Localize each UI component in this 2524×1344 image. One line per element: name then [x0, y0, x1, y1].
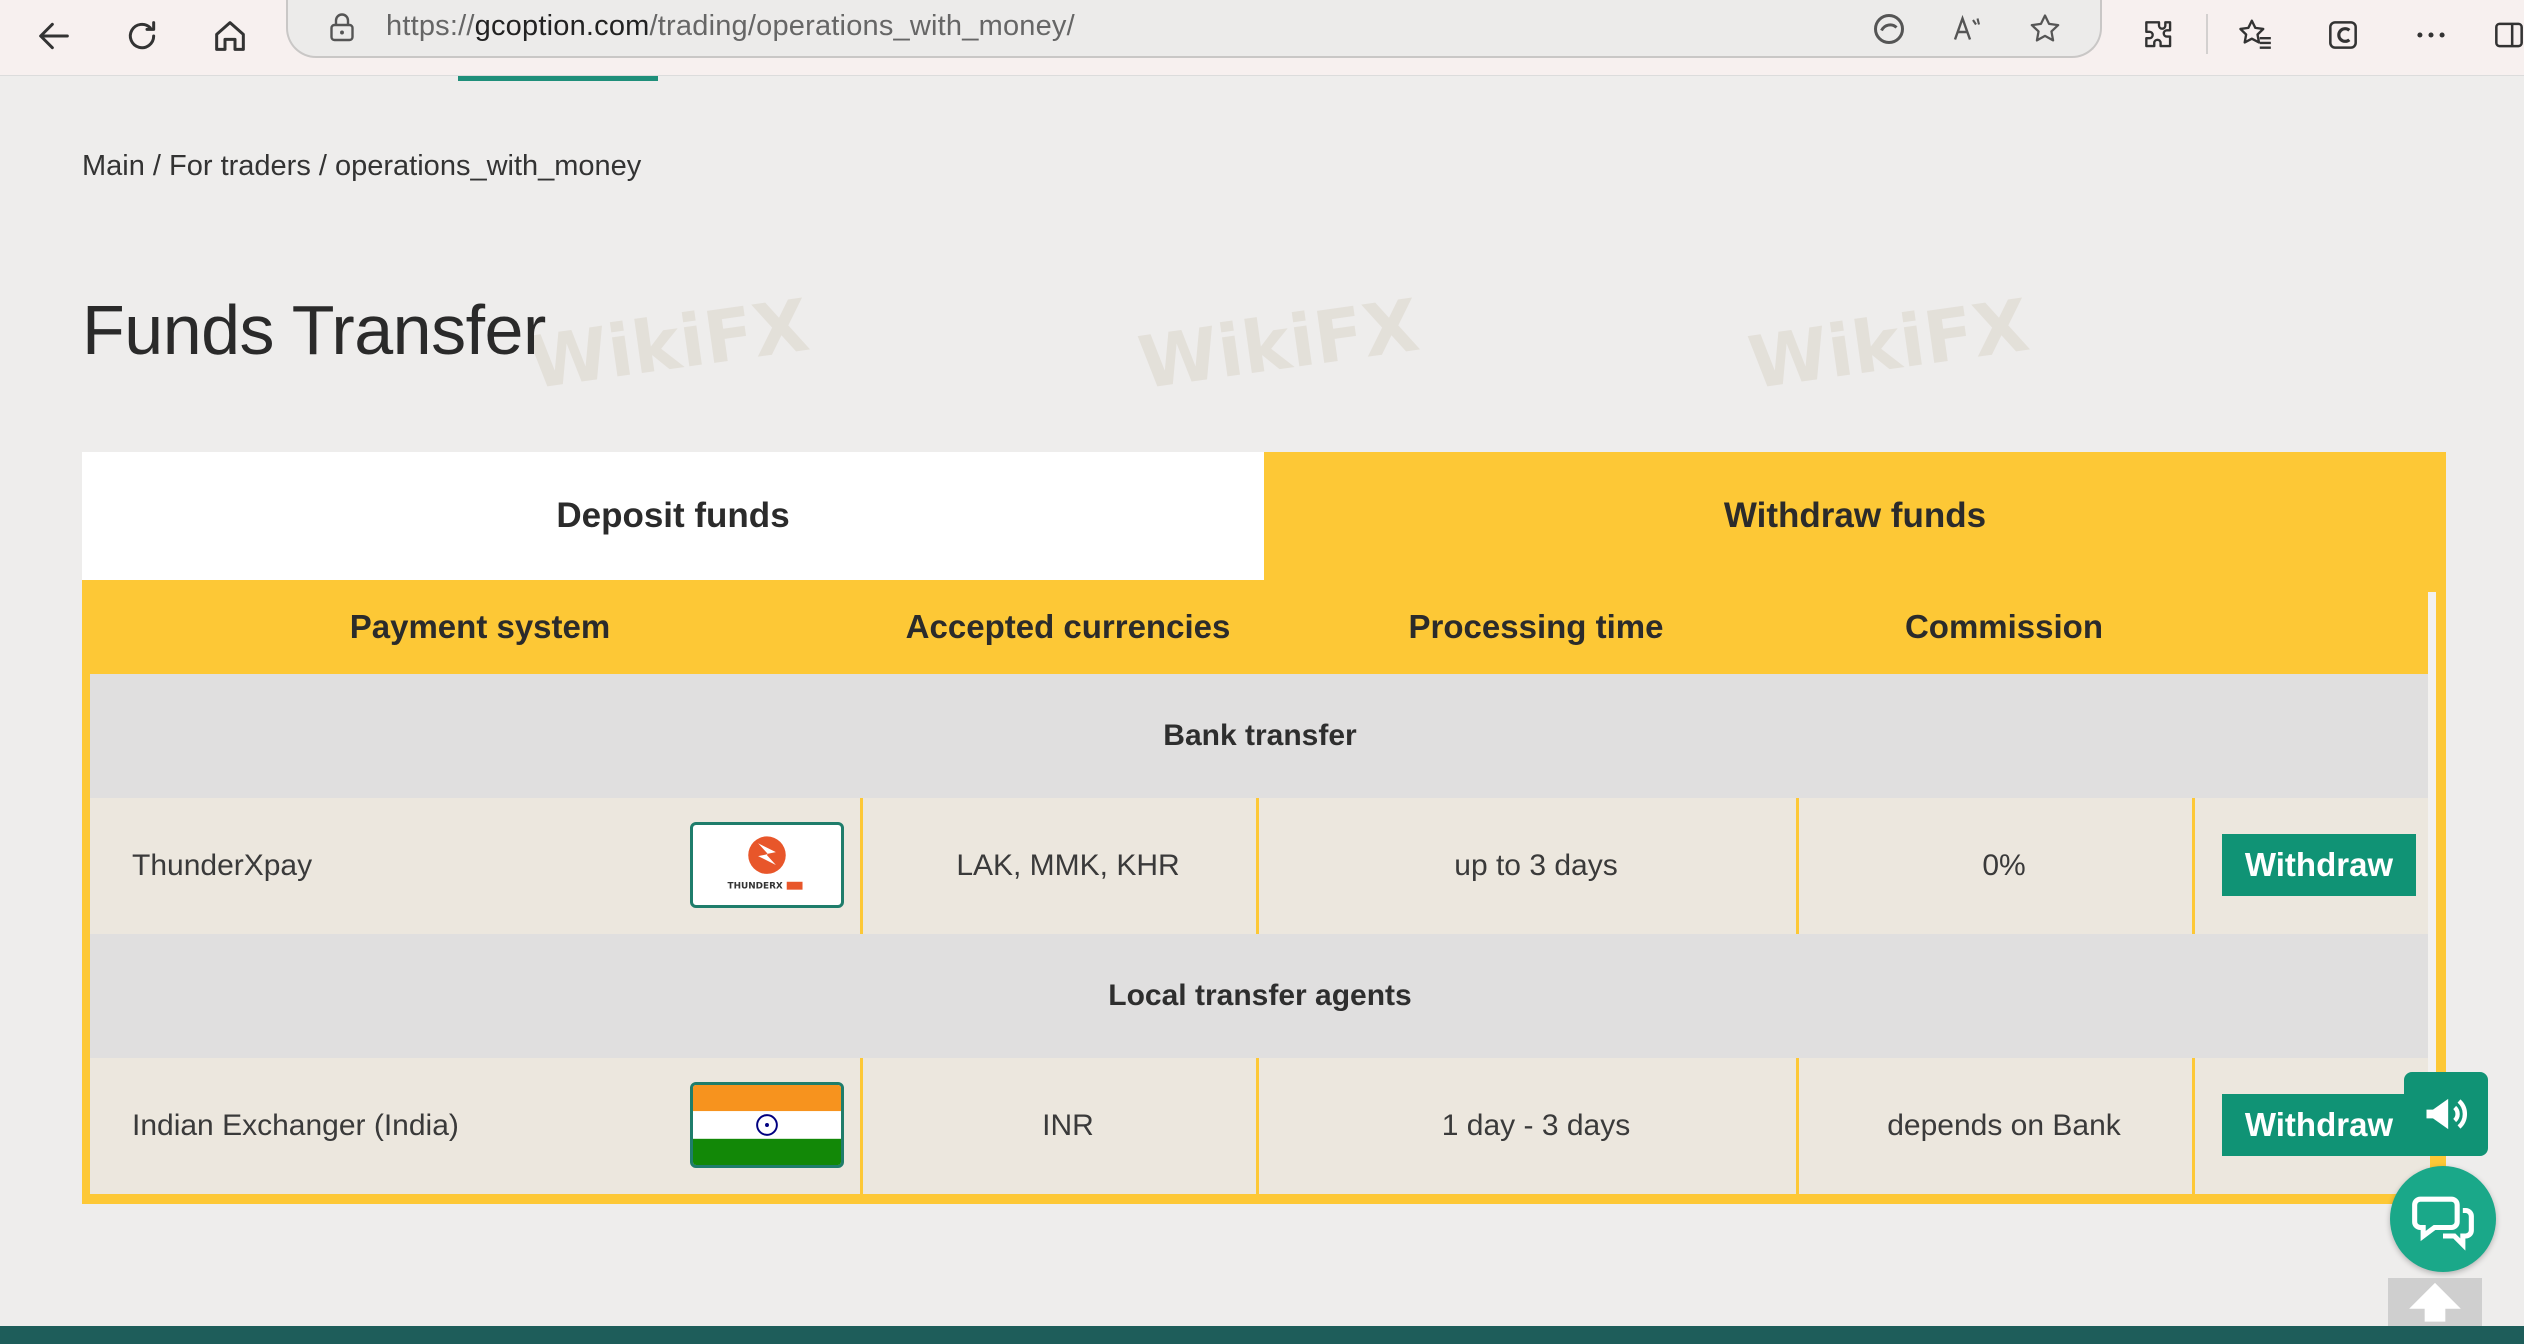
chat-button[interactable] — [2390, 1166, 2496, 1272]
browser-toolbar: https://gcoption.com/trading/operations_… — [0, 0, 2524, 76]
withdraw-button[interactable]: Withdraw — [2222, 1094, 2416, 1156]
sidebar-toggle-icon[interactable] — [2480, 6, 2524, 64]
column-divider — [1796, 1058, 1799, 1194]
read-aloud-icon[interactable] — [1946, 8, 1988, 50]
column-divider — [2192, 1058, 2195, 1194]
header-payment-system: Payment system — [349, 608, 611, 645]
tracking-prevention-icon[interactable] — [1868, 8, 1910, 50]
column-divider — [1256, 1058, 1259, 1194]
url-text[interactable]: https://gcoption.com/trading/operations_… — [386, 10, 1075, 43]
favorites-icon[interactable] — [2226, 6, 2284, 64]
table-row: Indian Exchanger (India) INR 1 day - 3 d… — [90, 1058, 2430, 1194]
header-processing-time: Processing time — [1408, 608, 1664, 645]
more-icon[interactable] — [2402, 6, 2460, 64]
funds-tabs: Deposit funds Withdraw funds — [82, 452, 2446, 580]
watermark: WikiFX — [1133, 282, 1424, 406]
announcement-button[interactable] — [2404, 1072, 2488, 1156]
page-title: Funds Transfer — [82, 291, 546, 369]
table-scrollbar[interactable] — [2428, 592, 2436, 1122]
commission: 0% — [1982, 849, 2026, 882]
url-path: /trading/operations_with_money/ — [649, 10, 1075, 42]
commission: depends on Bank — [1887, 1109, 2121, 1142]
arrow-up-icon — [2409, 1282, 2461, 1322]
active-tab-indicator — [458, 76, 658, 81]
logo-text: THUNDERX — [728, 882, 783, 892]
refresh-icon[interactable] — [112, 6, 172, 66]
column-divider — [2192, 798, 2195, 934]
tab-deposit-funds[interactable]: Deposit funds — [82, 452, 1264, 580]
group-row-bank-transfer: Bank transfer — [90, 674, 2430, 798]
footer-band — [0, 1326, 2524, 1344]
india-flag-icon — [690, 1082, 844, 1168]
breadcrumb[interactable]: Main / For traders / operations_with_mon… — [82, 150, 641, 183]
back-icon[interactable] — [24, 6, 84, 66]
toolbar-separator — [2206, 14, 2208, 54]
column-divider — [860, 1058, 863, 1194]
favorite-star-icon[interactable] — [2024, 8, 2066, 50]
withdraw-button[interactable]: Withdraw — [2222, 834, 2416, 896]
address-bar[interactable]: https://gcoption.com/trading/operations_… — [286, 0, 2102, 58]
tab-withdraw-funds[interactable]: Withdraw funds — [1264, 452, 2446, 580]
accepted-currencies: LAK, MMK, KHR — [956, 849, 1180, 882]
url-prefix: https:// — [386, 10, 475, 42]
page-content: WikiFX WikiFX WikiFX WikiFX WikiFX WikiF… — [8, 82, 2524, 1344]
watermark: WikiFX — [1743, 282, 2034, 406]
accepted-currencies: INR — [1042, 1109, 1094, 1142]
url-host: gcoption.com — [474, 10, 650, 42]
group-row-local-transfer-agents: Local transfer agents — [90, 934, 2430, 1058]
lock-icon[interactable] — [324, 10, 360, 46]
extensions-icon[interactable] — [2130, 6, 2188, 64]
home-icon[interactable] — [200, 6, 260, 66]
collections-icon[interactable] — [2314, 6, 2372, 64]
header-commission: Commission — [1904, 608, 2104, 645]
withdraw-table: Payment system Accepted currencies Proce… — [82, 580, 2446, 1204]
watermark: WikiFX — [523, 282, 814, 406]
megaphone-icon — [2426, 1098, 2467, 1130]
column-divider — [860, 798, 863, 934]
processing-time: up to 3 days — [1454, 849, 1618, 882]
column-divider — [1256, 798, 1259, 934]
table-row: ThunderXpay THUNDERX LAK, MMK, KHR up to… — [90, 798, 2430, 934]
column-divider — [1796, 798, 1799, 934]
processing-time: 1 day - 3 days — [1441, 1109, 1631, 1142]
header-accepted-currencies: Accepted currencies — [905, 608, 1231, 645]
thunderxpay-logo: THUNDERX — [690, 822, 844, 908]
table-header: Payment system Accepted currencies Proce… — [90, 580, 2430, 674]
chat-bubbles-icon — [2412, 1196, 2474, 1251]
